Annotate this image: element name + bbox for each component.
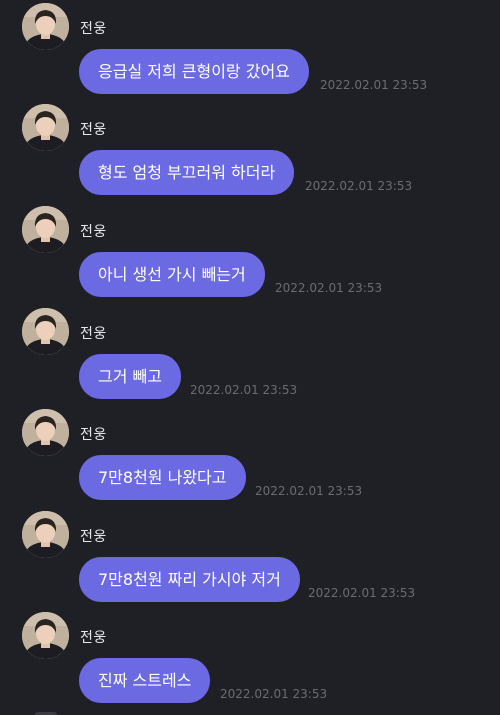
message-bubble[interactable]: 응급실 저희 큰형이랑 갔어요 — [79, 49, 309, 94]
message-bubble[interactable]: 7만8천원 짜리 가시야 저거 — [79, 557, 300, 602]
profile-photo-icon — [22, 612, 69, 659]
message-bubble[interactable]: 그거 빼고 — [79, 354, 181, 399]
profile-photo-icon — [22, 308, 69, 355]
message-timestamp: 2022.02.01 23:53 — [320, 78, 428, 92]
message-timestamp: 2022.02.01 23:53 — [308, 586, 416, 600]
message-row: 전웅 아니 생선 가시 빼는거 2022.02.01 23:53 — [0, 206, 500, 308]
message-timestamp: 2022.02.01 23:53 — [255, 484, 363, 498]
avatar[interactable] — [22, 511, 69, 558]
message-row: 전웅 그거 빼고 2022.02.01 23:53 — [0, 308, 500, 410]
sender-name: 전웅 — [80, 630, 107, 646]
profile-photo-icon — [22, 409, 69, 456]
message-timestamp: 2022.02.01 23:53 — [190, 383, 298, 397]
chat-message-list[interactable]: 전웅 응급실 저희 큰형이랑 갔어요 2022.02.01 23:53 전웅 형… — [0, 0, 500, 715]
message-bubble[interactable]: 진짜 스트레스 — [79, 658, 211, 703]
message-row: 전웅 7만8천원 나왔다고 2022.02.01 23:53 — [0, 409, 500, 511]
avatar[interactable] — [22, 206, 69, 253]
avatar[interactable] — [22, 308, 69, 355]
sender-name: 전웅 — [80, 122, 107, 138]
message-timestamp: 2022.02.01 23:53 — [275, 281, 383, 295]
message-timestamp: 2022.02.01 23:53 — [305, 179, 413, 193]
avatar[interactable] — [22, 409, 69, 456]
sender-name: 전웅 — [80, 427, 107, 443]
avatar[interactable] — [22, 612, 69, 659]
profile-photo-icon — [22, 104, 69, 151]
message-row: 전웅 7만8천원 짜리 가시야 저거 2022.02.01 23:53 — [0, 511, 500, 613]
message-row: 전웅 응급실 저희 큰형이랑 갔어요 2022.02.01 23:53 — [0, 3, 500, 105]
profile-photo-icon — [22, 511, 69, 558]
sender-name: 전웅 — [80, 326, 107, 342]
sender-name: 전웅 — [80, 21, 107, 37]
profile-photo-icon — [22, 3, 69, 50]
message-bubble[interactable]: 아니 생선 가시 빼는거 — [79, 252, 265, 297]
profile-photo-icon — [22, 206, 69, 253]
message-row: 전웅 진짜 스트레스 2022.02.01 23:53 — [0, 612, 500, 714]
message-bubble[interactable]: 7만8천원 나왔다고 — [79, 455, 246, 500]
sender-name: 전웅 — [80, 529, 107, 545]
message-row: 전웅 형도 엄청 부끄러워 하더라 2022.02.01 23:53 — [0, 104, 500, 206]
sender-name: 전웅 — [80, 224, 107, 240]
avatar[interactable] — [22, 3, 69, 50]
message-timestamp: 2022.02.01 23:53 — [220, 687, 328, 701]
avatar[interactable] — [22, 104, 69, 151]
message-bubble[interactable]: 형도 엄청 부끄러워 하더라 — [79, 150, 295, 195]
